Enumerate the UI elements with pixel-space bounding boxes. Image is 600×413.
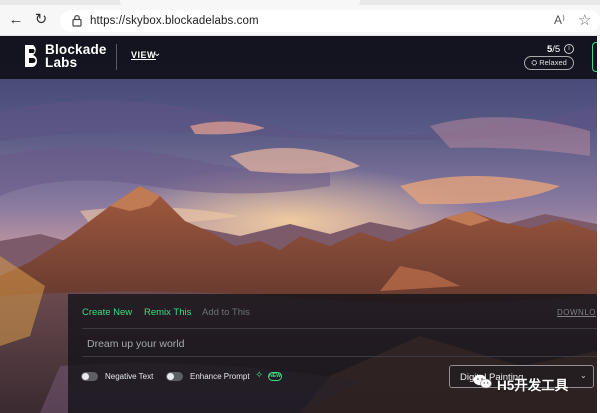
info-icon[interactable]: i <box>564 44 574 54</box>
new-badge: NEW <box>268 372 282 381</box>
url-text[interactable]: https://skybox.blockadelabs.com <box>90 15 259 27</box>
address-bar[interactable]: https://skybox.blockadelabs.com <box>60 10 600 32</box>
enhance-prompt-toggle[interactable] <box>166 372 183 381</box>
tab-remix-this[interactable]: Remix This <box>144 307 191 318</box>
back-arrow-icon[interactable]: ← <box>8 12 24 28</box>
enhance-prompt-label: Enhance Prompt <box>190 372 250 381</box>
toggle-knob <box>82 373 89 380</box>
negative-text-toggle[interactable] <box>81 372 98 381</box>
sparkle-icon: ✧ <box>255 370 264 381</box>
favorite-star-icon[interactable]: ☆ <box>578 11 591 29</box>
blockade-logo-icon[interactable] <box>24 44 40 68</box>
toggle-knob <box>167 373 174 380</box>
lock-icon[interactable] <box>71 14 83 27</box>
header-divider <box>116 44 117 70</box>
site-header: Blockade Labs VIEW ⌄ 5/5 i ⛭ Relaxed <box>0 36 597 79</box>
active-tab[interactable] <box>120 0 360 5</box>
logo-text[interactable]: Blockade Labs <box>45 43 107 70</box>
credits-counter: 5/5 <box>547 44 560 55</box>
credits-total: /5 <box>552 44 561 55</box>
chevron-down-icon[interactable]: ⌄ <box>153 48 161 59</box>
relaxed-mode-badge[interactable]: ⛭ Relaxed <box>524 56 574 70</box>
tab-create-new[interactable]: Create New <box>82 307 132 318</box>
panel-divider <box>82 328 597 329</box>
download-link[interactable]: DOWNLO <box>557 308 596 317</box>
read-aloud-icon[interactable]: A⁾ <box>554 13 565 27</box>
generation-panel: Create New Remix This Add to This DOWNLO… <box>68 294 597 413</box>
skybox-viewport[interactable]: Blockade Labs VIEW ⌄ 5/5 i ⛭ Relaxed Cre… <box>0 36 597 413</box>
refresh-icon[interactable]: ↻ <box>33 12 49 28</box>
tab-add-to-this[interactable]: Add to This <box>202 307 250 318</box>
tab-strip <box>0 0 600 5</box>
watermark-text: H5开发工具 <box>497 378 569 393</box>
prompt-input[interactable] <box>82 331 597 357</box>
negative-text-label: Negative Text <box>105 372 154 381</box>
chevron-down-icon[interactable]: ⌄ <box>580 371 587 380</box>
account-button-edge[interactable] <box>592 42 597 72</box>
logo-line-2: Labs <box>45 55 78 70</box>
browser-toolbar: ← ↻ https://skybox.blockadelabs.com A⁾ ☆ <box>0 0 600 36</box>
wechat-icon <box>473 374 492 389</box>
